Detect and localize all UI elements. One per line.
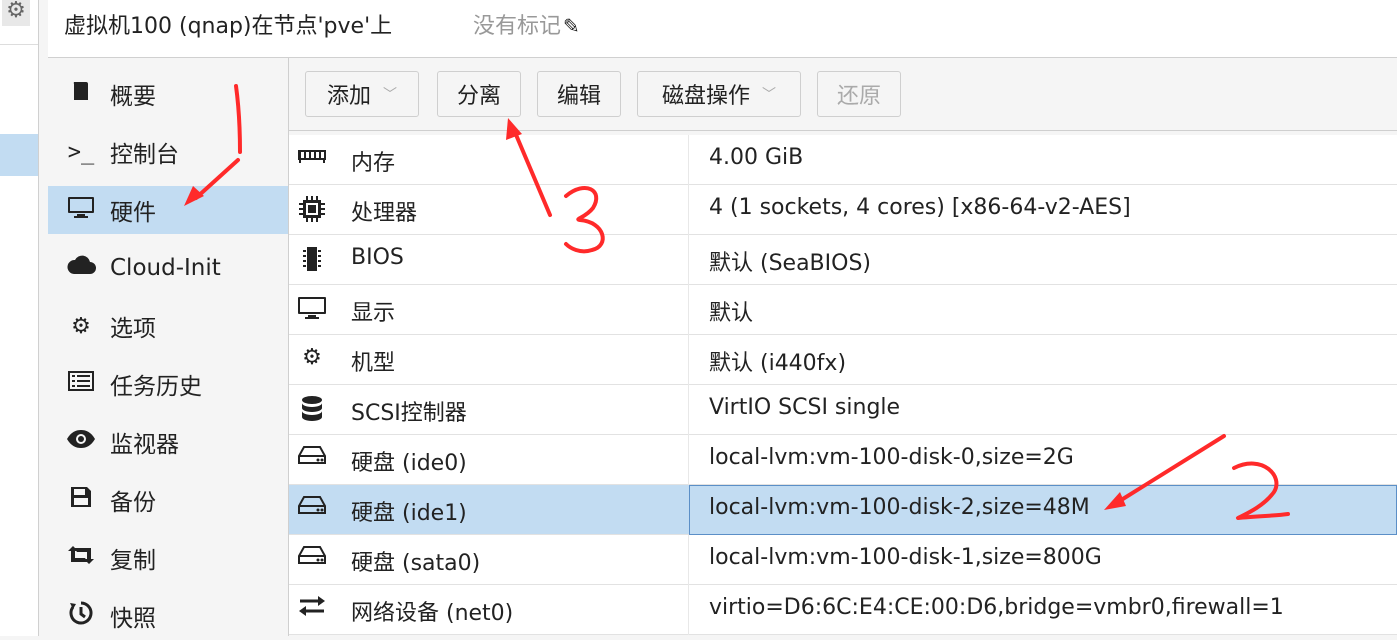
row-value: 默认 (i440fx)	[709, 351, 847, 376]
disk-action-button-label: 磁盘操作	[661, 84, 750, 109]
exchange-icon	[295, 595, 329, 623]
floppy-icon	[64, 485, 98, 515]
row-value: local-lvm:vm-100-disk-2,size=48M	[709, 495, 1090, 520]
monitor-icon	[64, 195, 98, 225]
eye-icon	[64, 429, 98, 455]
row-name: 显示	[351, 301, 396, 326]
book-icon	[64, 79, 98, 109]
row-value: 默认	[709, 301, 754, 326]
divider	[0, 44, 38, 45]
memory-icon	[295, 145, 329, 170]
retweet-icon	[64, 544, 98, 572]
add-button-label: 添加	[326, 84, 371, 109]
page-title: 虚拟机100 (qnap)在节点'pve'上	[64, 14, 393, 39]
edit-button[interactable]: 编辑	[537, 71, 621, 117]
row-name: 处理器	[351, 201, 418, 226]
display-icon	[295, 295, 329, 327]
table-row[interactable]: 硬盘 (sata0) local-lvm:vm-100-disk-1,size=…	[289, 535, 1397, 585]
cloud-icon	[64, 254, 98, 282]
sidebar-item-hardware[interactable]: 硬件	[48, 186, 288, 234]
row-name: SCSI控制器	[351, 401, 467, 426]
sidebar-item-label: 备份	[110, 490, 156, 516]
tags-area[interactable]: 没有标记 ✎	[473, 8, 580, 40]
sidebar-item-label: 概要	[110, 84, 156, 110]
row-name: 网络设备 (net0)	[351, 601, 514, 626]
row-value: local-lvm:vm-100-disk-0,size=2G	[709, 445, 1074, 470]
table-row[interactable]: SCSI控制器 VirtIO SCSI single	[289, 385, 1397, 435]
database-icon	[295, 395, 329, 429]
sidebar-item-label: 任务历史	[110, 374, 202, 400]
tags-label: 没有标记	[473, 14, 562, 39]
hdd-icon	[295, 445, 329, 471]
chevron-down-icon: ﹀	[383, 87, 397, 103]
cpu-icon	[295, 195, 329, 229]
disk-action-button[interactable]: 磁盘操作 ﹀	[637, 71, 801, 117]
sidebar-item-options[interactable]: ⚙ 选项	[48, 302, 288, 350]
edit-button-label: 编辑	[556, 84, 601, 109]
row-value: VirtIO SCSI single	[709, 395, 901, 420]
toolbar: 添加 ﹀ 分离 编辑 磁盘操作 ﹀ 还原	[289, 58, 1397, 131]
revert-button-label: 还原	[836, 84, 881, 109]
sidebar-nav: 概要 >_ 控制台 硬件 Cloud-Init ⚙ 选项 任务历史 监视器 备份…	[48, 58, 289, 636]
table-row[interactable]: 处理器 4 (1 sockets, 4 cores) [x86-64-v2-AE…	[289, 185, 1397, 235]
row-name: 硬盘 (sata0)	[351, 551, 481, 576]
row-name: 硬盘 (ide0)	[351, 451, 467, 476]
row-value: 4.00 GiB	[709, 145, 804, 170]
resource-tree-strip: ⚙	[0, 0, 39, 636]
sidebar-item-task-history[interactable]: 任务历史	[48, 360, 288, 408]
sidebar-item-label: 选项	[110, 316, 156, 342]
row-name: 内存	[351, 151, 396, 176]
row-value: local-lvm:vm-100-disk-1,size=800G	[709, 545, 1102, 570]
row-name: 硬盘 (ide1)	[351, 501, 467, 526]
sidebar-item-snapshots[interactable]: 快照	[48, 592, 288, 640]
sidebar-item-label: 监视器	[110, 432, 179, 458]
pencil-icon[interactable]: ✎	[563, 14, 580, 38]
table-row[interactable]: 内存 4.00 GiB	[289, 135, 1397, 185]
microchip-icon	[295, 245, 329, 279]
sidebar-item-monitor[interactable]: 监视器	[48, 418, 288, 466]
sidebar-item-summary[interactable]: 概要	[48, 70, 288, 118]
row-value: virtio=D6:6C:E4:CE:00:D6,bridge=vmbr0,fi…	[709, 595, 1284, 620]
row-value: 4 (1 sockets, 4 cores) [x86-64-v2-AES]	[709, 195, 1131, 220]
sidebar-item-label: 控制台	[110, 142, 179, 168]
hdd-icon	[295, 545, 329, 571]
sidebar-item-cloud-init[interactable]: Cloud-Init	[48, 244, 288, 292]
hdd-icon	[295, 495, 329, 521]
table-row[interactable]: 显示 默认	[289, 285, 1397, 335]
table-row[interactable]: BIOS 默认 (SeaBIOS)	[289, 235, 1397, 285]
cogs-icon: ⚙	[302, 345, 322, 370]
tree-selected-item[interactable]	[0, 134, 38, 176]
gear-icon[interactable]: ⚙	[2, 0, 30, 26]
detach-button-label: 分离	[456, 84, 501, 109]
table-row-selected[interactable]: 硬盘 (ide1) local-lvm:vm-100-disk-2,size=4…	[289, 485, 1397, 535]
page-header: 虚拟机100 (qnap)在节点'pve'上 没有标记 ✎	[48, 0, 1397, 58]
table-row[interactable]: 硬盘 (ide0) local-lvm:vm-100-disk-0,size=2…	[289, 435, 1397, 485]
sidebar-item-label: 快照	[110, 606, 156, 632]
terminal-icon: >_	[67, 139, 95, 165]
sidebar-item-label: Cloud-Init	[110, 255, 221, 281]
sidebar-item-backup[interactable]: 备份	[48, 476, 288, 524]
table-row[interactable]: ⚙ 机型 默认 (i440fx)	[289, 335, 1397, 385]
sidebar-item-label: 硬件	[110, 200, 156, 226]
history-icon	[64, 601, 98, 631]
detach-button[interactable]: 分离	[437, 71, 521, 117]
gear-icon: ⚙	[71, 313, 91, 339]
add-button[interactable]: 添加 ﹀	[305, 71, 419, 117]
row-name: 机型	[351, 351, 396, 376]
list-icon	[64, 370, 98, 398]
sidebar-item-console[interactable]: >_ 控制台	[48, 128, 288, 176]
row-value: 默认 (SeaBIOS)	[709, 251, 872, 276]
chevron-down-icon: ﹀	[762, 87, 776, 103]
row-name: BIOS	[351, 245, 404, 270]
table-row[interactable]: 网络设备 (net0) virtio=D6:6C:E4:CE:00:D6,bri…	[289, 585, 1397, 635]
revert-button[interactable]: 还原	[817, 71, 901, 117]
sidebar-item-replication[interactable]: 复制	[48, 534, 288, 582]
sidebar-item-label: 复制	[110, 548, 156, 574]
